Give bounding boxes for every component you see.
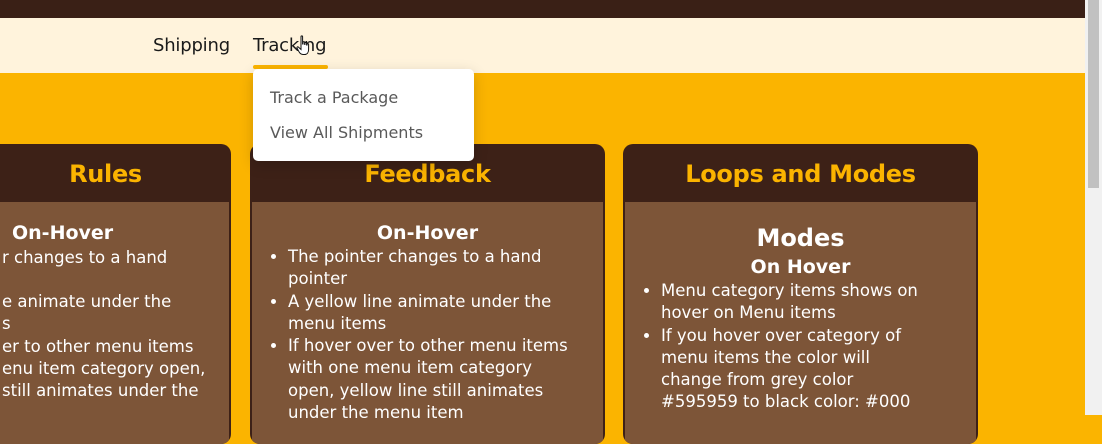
card-heading: Modes: [756, 224, 845, 252]
dropdown-item-view-all-shipments[interactable]: View All Shipments: [270, 123, 423, 142]
card-line: e animate under the: [2, 292, 172, 311]
card-body: On-Hover The pointer changes to a hand p…: [252, 202, 603, 444]
card-body: Modes On Hover Menu category items shows…: [625, 202, 976, 444]
list-item: If you hover over category of menu items…: [661, 325, 926, 414]
card-title: Rules: [69, 160, 142, 188]
card-title: Feedback: [364, 160, 491, 188]
scrollbar-thumb[interactable]: [1088, 0, 1099, 188]
card-line: er to other menu items: [2, 337, 194, 356]
nav-item-shipping[interactable]: Shipping: [153, 35, 230, 56]
tracking-dropdown: Track a Package View All Shipments: [253, 69, 474, 161]
feedback-list: The pointer changes to a hand pointer A …: [252, 246, 603, 424]
card-line: s: [2, 314, 11, 333]
modes-list: Menu category items shows on hover on Me…: [625, 280, 976, 414]
nav-bar: Shipping Tracking: [0, 18, 1085, 73]
nav-item-tracking[interactable]: Tracking: [253, 35, 327, 56]
card-loops-and-modes: Loops and Modes Modes On Hover Menu cate…: [623, 144, 978, 444]
card-subheading: On Hover: [750, 256, 851, 278]
card-feedback: Feedback On-Hover The pointer changes to…: [250, 144, 605, 444]
list-item: If hover over to other menu items with o…: [288, 335, 575, 424]
dropdown-item-track-package[interactable]: Track a Package: [270, 88, 398, 107]
hand-pointer-icon: [296, 35, 310, 55]
card-body: On-Hover r changes to a hand e animate u…: [0, 202, 229, 444]
list-item: Menu category items shows on hover on Me…: [661, 280, 926, 325]
card-heading: On-Hover: [12, 222, 114, 244]
card-title: Loops and Modes: [685, 160, 916, 188]
card-rules: Rules On-Hover r changes to a hand e ani…: [0, 144, 231, 444]
list-item: The pointer changes to a hand pointer: [288, 246, 575, 291]
card-line: r changes to a hand: [2, 248, 168, 267]
card-line: still animates under the: [2, 381, 199, 400]
card-heading: On-Hover: [376, 222, 479, 244]
top-bar: [0, 0, 1085, 18]
card-line: enu item category open,: [2, 359, 206, 378]
list-item: A yellow line animate under the menu ite…: [288, 291, 575, 336]
